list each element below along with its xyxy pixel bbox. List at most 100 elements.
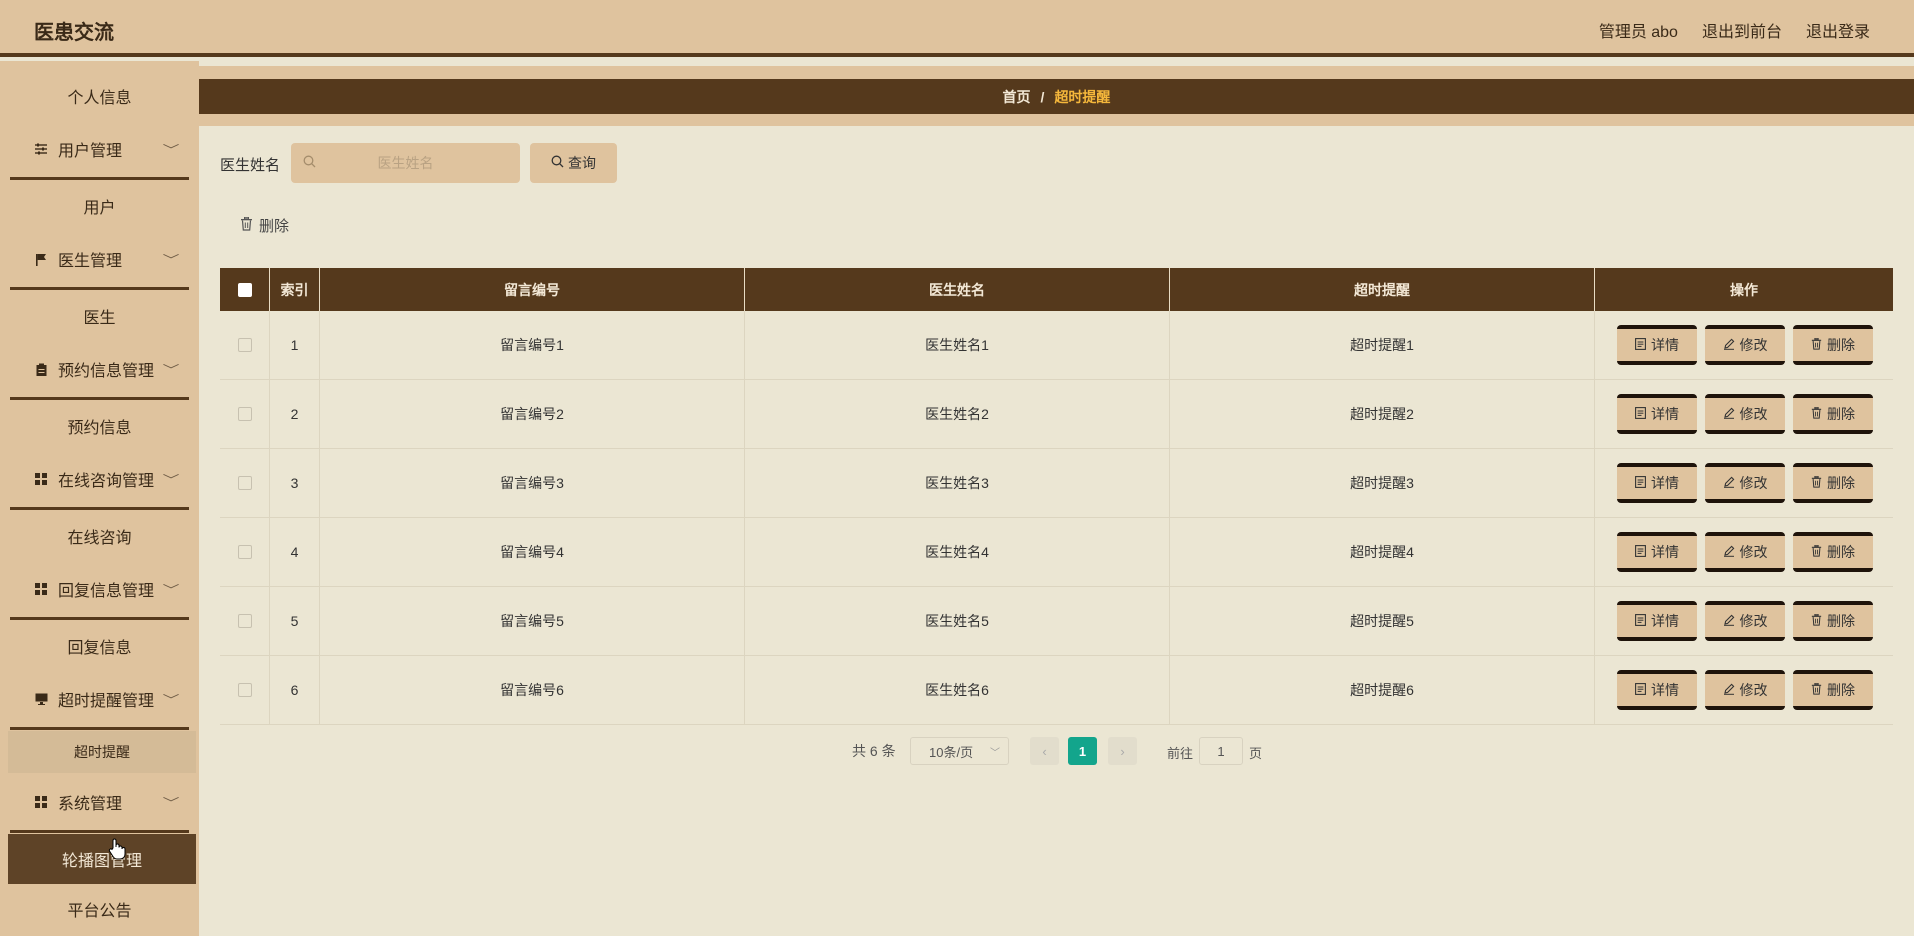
- edit-button[interactable]: 修改: [1705, 463, 1785, 503]
- sidebar-item-label: 个人信息: [67, 90, 132, 107]
- sidebar-item-doctor[interactable]: 医生: [0, 291, 199, 341]
- delete-button[interactable]: 删除: [1793, 532, 1873, 572]
- row-checkbox[interactable]: [237, 476, 252, 490]
- cell-index: 4: [270, 518, 320, 586]
- delete-button-label: 删除: [1827, 682, 1855, 698]
- delete-button[interactable]: 删除: [1793, 394, 1873, 434]
- delete-button-label: 删除: [1827, 406, 1855, 422]
- delete-button[interactable]: 删除: [1793, 325, 1873, 365]
- next-page-button[interactable]: ›: [1108, 737, 1137, 765]
- goto-label: 前往: [1167, 746, 1194, 761]
- delete-button[interactable]: 删除: [1793, 463, 1873, 503]
- document-icon: [1635, 613, 1646, 629]
- cell-timeout-reminder: 超时提醒1: [1170, 311, 1595, 379]
- delete-button-label: 删除: [1827, 544, 1855, 560]
- exit-to-frontend-link[interactable]: 退出到前台: [1702, 18, 1782, 42]
- delete-button[interactable]: 删除: [1793, 601, 1873, 641]
- search-icon: [551, 155, 564, 171]
- breadcrumb-home[interactable]: 首页: [1003, 87, 1031, 107]
- admin-user-link[interactable]: 管理员 abo: [1599, 18, 1678, 42]
- edit-button-label: 修改: [1739, 544, 1768, 560]
- sidebar-item-label: 用户: [83, 200, 116, 217]
- trash-icon: [1811, 337, 1822, 353]
- page-size-select[interactable]: 10条/页 ﹀: [910, 737, 1009, 765]
- row-checkbox[interactable]: [237, 545, 252, 559]
- sidebar-group-system-management[interactable]: 系统管理 ﹀: [0, 777, 199, 833]
- detail-button[interactable]: 详情: [1617, 532, 1697, 572]
- sidebar-item-user[interactable]: 用户: [0, 181, 199, 231]
- row-checkbox[interactable]: [237, 338, 252, 352]
- delete-button[interactable]: 删除: [1793, 670, 1873, 710]
- sidebar-group-consultation-management[interactable]: 在线咨询管理 ﹀: [0, 454, 199, 510]
- row-select-cell: [220, 380, 270, 448]
- cell-timeout-reminder: 超时提醒3: [1170, 449, 1595, 517]
- batch-delete-button[interactable]: 删除: [240, 215, 289, 236]
- sidebar-item-announcement[interactable]: 平台公告: [0, 884, 199, 934]
- sidebar-group-doctor-management[interactable]: 医生管理 ﹀: [0, 234, 199, 290]
- delete-button-label: 删除: [1827, 337, 1855, 353]
- edit-button[interactable]: 修改: [1705, 670, 1785, 710]
- sidebar-group-reply-management[interactable]: 回复信息管理 ﹀: [0, 564, 199, 620]
- cell-actions: 详情 修改 删除: [1595, 587, 1893, 655]
- breadcrumb-current: 超时提醒: [1054, 88, 1111, 105]
- edit-button[interactable]: 修改: [1705, 601, 1785, 641]
- select-all-checkbox[interactable]: [237, 282, 252, 297]
- cell-timeout-reminder: 超时提醒6: [1170, 656, 1595, 724]
- detail-button[interactable]: 详情: [1617, 325, 1697, 365]
- pagination-total: 共 6 条: [852, 743, 896, 759]
- detail-button[interactable]: 详情: [1617, 394, 1697, 434]
- page-number-button[interactable]: 1: [1068, 737, 1097, 765]
- sidebar-item-label: 超时提醒: [74, 744, 130, 760]
- row-checkbox[interactable]: [237, 683, 252, 697]
- detail-button[interactable]: 详情: [1617, 670, 1697, 710]
- sidebar-group-timeout-management[interactable]: 超时提醒管理 ﹀: [0, 674, 199, 730]
- goto-suffix: 页: [1249, 746, 1263, 761]
- table-row: 5 留言编号5 医生姓名5 超时提醒5 详情 修改 删除: [220, 587, 1893, 656]
- cell-message-no: 留言编号3: [320, 449, 745, 517]
- sliders-icon: [34, 142, 48, 156]
- row-select-cell: [220, 518, 270, 586]
- cell-actions: 详情 修改 删除: [1595, 449, 1893, 517]
- sidebar-item-appointment[interactable]: 预约信息: [0, 401, 199, 451]
- sidebar-group-appointment-management[interactable]: 预约信息管理 ﹀: [0, 344, 199, 400]
- top-header: 医患交流 管理员 abo 退出到前台 退出登录: [0, 0, 1914, 57]
- edit-button[interactable]: 修改: [1705, 394, 1785, 434]
- cell-message-no: 留言编号1: [320, 311, 745, 379]
- edit-button[interactable]: 修改: [1705, 325, 1785, 365]
- sidebar-item-reply[interactable]: 回复信息: [0, 621, 199, 671]
- detail-button[interactable]: 详情: [1617, 463, 1697, 503]
- cell-doctor-name: 医生姓名3: [745, 449, 1170, 517]
- logout-link[interactable]: 退出登录: [1806, 18, 1870, 42]
- sidebar-item-label: 回复信息管理: [58, 583, 155, 600]
- detail-button-label: 详情: [1651, 475, 1679, 491]
- edit-button[interactable]: 修改: [1705, 532, 1785, 572]
- chevron-right-icon: ›: [1120, 743, 1125, 759]
- prev-page-button[interactable]: ‹: [1030, 737, 1059, 765]
- sidebar-item-profile[interactable]: 个人信息: [0, 71, 199, 121]
- goto-page-input[interactable]: [1199, 737, 1243, 765]
- table-row: 1 留言编号1 医生姓名1 超时提醒1 详情 修改 删除: [220, 311, 1893, 380]
- row-checkbox[interactable]: [237, 614, 252, 628]
- sidebar-item-consultation[interactable]: 在线咨询: [0, 511, 199, 561]
- cell-actions: 详情 修改 删除: [1595, 518, 1893, 586]
- delete-button-label: 删除: [1827, 475, 1855, 491]
- table-row: 3 留言编号3 医生姓名3 超时提醒3 详情 修改 删除: [220, 449, 1893, 518]
- detail-button[interactable]: 详情: [1617, 601, 1697, 641]
- query-button[interactable]: 查询: [530, 143, 617, 183]
- grid-icon: [34, 472, 48, 486]
- doctor-name-search-input[interactable]: [291, 143, 520, 183]
- row-checkbox[interactable]: [237, 407, 252, 421]
- trash-icon: [1811, 475, 1822, 491]
- sidebar-item-label: 在线咨询: [67, 530, 132, 547]
- sidebar-item-carousel[interactable]: 轮播图管理: [8, 834, 196, 884]
- search-field: [291, 143, 520, 183]
- edit-button-label: 修改: [1739, 682, 1768, 698]
- edit-button-label: 修改: [1739, 613, 1768, 629]
- sidebar-group-user-management[interactable]: 用户管理 ﹀: [0, 124, 199, 180]
- row-select-cell: [220, 311, 270, 379]
- sidebar-item-timeout-reminder[interactable]: 超时提醒: [8, 731, 196, 773]
- column-header-doctor-name: 医生姓名: [745, 268, 1170, 311]
- cell-message-no: 留言编号6: [320, 656, 745, 724]
- sidebar-item-label: 轮播图管理: [61, 853, 142, 870]
- column-header-actions: 操作: [1730, 281, 1758, 298]
